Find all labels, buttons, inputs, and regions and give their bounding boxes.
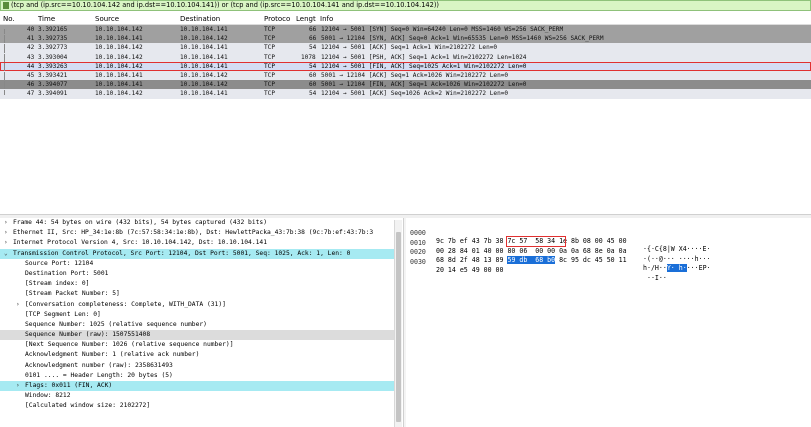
detail-field[interactable]: Window: 8212: [0, 391, 402, 401]
packet-row[interactable]: 47 3.394091 10.10.104.142 10.10.104.141 …: [0, 89, 811, 99]
expand-arrow-icon[interactable]: ›: [4, 229, 8, 236]
bytes-ascii-selection: Y· h·: [666, 264, 687, 272]
packet-list-header: No. Time Source Destination Protoco Leng…: [0, 13, 811, 25]
detail-field[interactable]: 0101 .... = Header Length: 20 bytes (5): [0, 371, 402, 381]
bytes-row[interactable]: 0030 20 14 e5 49 00 00 ··I··: [407, 250, 807, 282]
bytes-ascii: ···EP·: [686, 264, 711, 272]
expand-arrow-icon[interactable]: ›: [16, 301, 20, 308]
packet-row[interactable]: 41 3.392735 10.10.104.141 10.10.104.142 …: [0, 34, 811, 45]
expand-arrow-icon[interactable]: ›: [4, 219, 8, 226]
bytes-ascii: h·/H··: [643, 264, 667, 272]
filter-bookmark-icon[interactable]: [3, 2, 9, 9]
detail-ipv4[interactable]: › Internet Protocol Version 4, Src: 10.1…: [0, 238, 402, 248]
detail-field[interactable]: [Stream Packet Number: 5]: [0, 289, 402, 299]
pane-splitter-vertical[interactable]: [403, 218, 406, 427]
detail-field[interactable]: [Calculated window size: 2102272]: [0, 401, 402, 411]
column-header-destination[interactable]: Destination: [180, 15, 220, 23]
packet-row[interactable]: 40 3.392165 10.10.104.142 10.10.104.141 …: [0, 25, 811, 35]
packet-list: 40 3.392165 10.10.104.142 10.10.104.141 …: [0, 25, 811, 99]
display-filter-input[interactable]: [11, 1, 801, 10]
detail-field[interactable]: Sequence Number: 1025 (relative sequence…: [0, 320, 402, 330]
column-header-no[interactable]: No.: [3, 15, 15, 23]
expand-arrow-icon[interactable]: ›: [16, 382, 20, 389]
detail-field[interactable]: [Stream index: 0]: [0, 279, 402, 289]
detail-field[interactable]: Source Port: 12104: [0, 259, 402, 269]
detail-flags[interactable]: › Flags: 0x011 (FIN, ACK): [0, 381, 402, 392]
column-header-source[interactable]: Source: [95, 15, 119, 23]
detail-tcp[interactable]: ⌄ Transmission Control Protocol, Src Por…: [0, 248, 402, 259]
collapse-arrow-icon[interactable]: ⌄: [4, 250, 8, 257]
column-header-time[interactable]: Time: [38, 15, 55, 23]
packet-row[interactable]: 45 3.393421 10.10.104.141 10.10.104.142 …: [0, 70, 811, 82]
detail-frame[interactable]: › Frame 44: 54 bytes on wire (432 bits),…: [0, 218, 402, 228]
details-scrollbar[interactable]: [394, 220, 402, 427]
detail-field-selected[interactable]: Sequence Number (raw): 1507551408: [0, 330, 402, 341]
display-filter-bar: [0, 0, 811, 11]
conversation-bracket-icon: [4, 90, 5, 96]
packet-row[interactable]: 42 3.392773 10.10.104.142 10.10.104.141 …: [0, 43, 811, 54]
packet-row[interactable]: 46 3.394077 10.10.104.141 10.10.104.142 …: [0, 80, 811, 91]
expand-arrow-icon[interactable]: ›: [4, 239, 8, 246]
packet-row[interactable]: 43 3.393004 10.10.104.142 10.10.104.141 …: [0, 52, 811, 63]
bytes-row[interactable]: 0010 00 28 84 01 40 00 80 06 00 00 0a 0a…: [407, 231, 807, 263]
column-header-length[interactable]: Lengt: [296, 15, 316, 23]
packet-row-selected[interactable]: 44 3.393263 10.10.104.142 10.10.104.141 …: [0, 61, 811, 72]
detail-field[interactable]: Acknowledgment number (raw): 2358631493: [0, 361, 402, 371]
bytes-row[interactable]: 0000 9c 7b ef 43 7b 38 7c 57 58 34 1e 8b…: [407, 221, 807, 253]
packet-details-pane: › Frame 44: 54 bytes on wire (432 bits),…: [0, 218, 402, 427]
detail-field[interactable]: Acknowledgment Number: 1 (relative ack n…: [0, 350, 402, 360]
selection-annotation-box: [506, 236, 566, 247]
detail-field[interactable]: [TCP Segment Len: 0]: [0, 310, 402, 320]
bytes-row-highlighted[interactable]: 0020 68 8d 2f 48 13 89 59 db 68 b0 8c 95…: [407, 240, 807, 272]
column-header-info[interactable]: Info: [320, 15, 333, 23]
column-header-protocol[interactable]: Protoco: [264, 15, 290, 23]
detail-field[interactable]: [Next Sequence Number: 1026 (relative se…: [0, 340, 402, 350]
packet-bytes-pane: 0000 9c 7b ef 43 7b 38 7c 57 58 34 1e 8b…: [407, 218, 811, 427]
detail-ethernet[interactable]: › Ethernet II, Src: HP_34:1e:8b (7c:57:5…: [0, 228, 402, 238]
detail-field[interactable]: Destination Port: 5001: [0, 269, 402, 279]
details-scrollbar-thumb[interactable]: [396, 232, 401, 422]
detail-field[interactable]: › [Conversation completeness: Complete, …: [0, 300, 402, 310]
